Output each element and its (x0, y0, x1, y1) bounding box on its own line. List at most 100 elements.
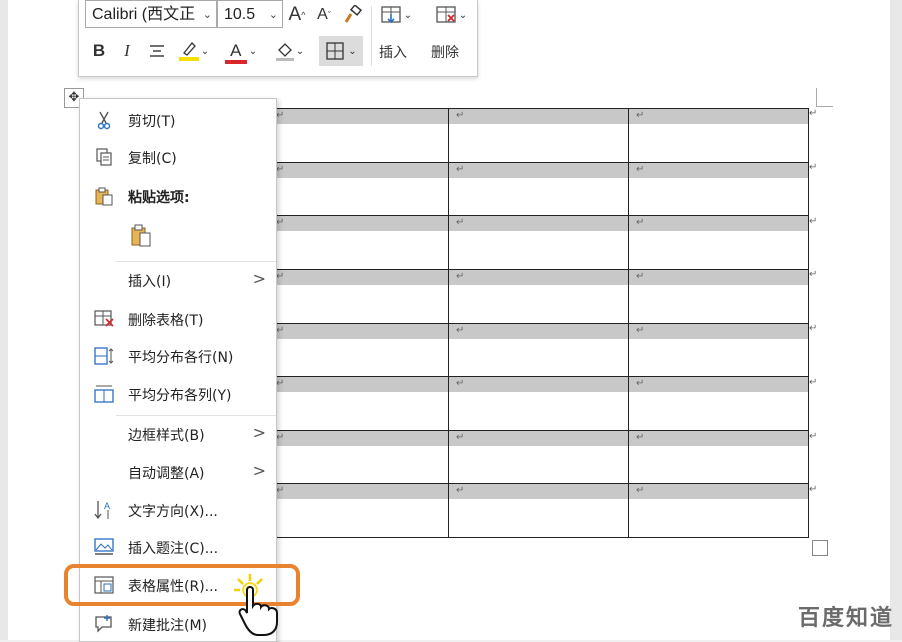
menu-item-insert[interactable]: 插入(I) > (80, 263, 276, 297)
table-cell[interactable]: ↵ (628, 161, 809, 217)
menu-label: 自动调整(A) (128, 466, 205, 482)
cell-shading (629, 377, 808, 393)
menu-item-cut[interactable]: 剪切(T) (80, 103, 276, 137)
font-size-box[interactable]: 10.5 ⌄ (217, 0, 283, 28)
row-end-mark: ↵ (809, 376, 818, 388)
bold-icon: B (92, 41, 106, 60)
font-color-icon: A (230, 41, 242, 60)
format-painter-button[interactable] (341, 0, 365, 30)
table-cell[interactable]: ↵ (448, 429, 629, 485)
insert-table-icon (381, 6, 401, 24)
cell-end-mark: ↵ (456, 324, 465, 336)
table-cell[interactable]: ↵ (268, 268, 449, 324)
menu-label: 剪切(T) (128, 114, 176, 130)
distribute-columns-icon (92, 383, 116, 405)
cell-shading (269, 323, 448, 339)
menu-item-insert-caption[interactable]: 插入题注(C)... (80, 530, 276, 564)
table-cell[interactable]: ↵ (268, 483, 449, 538)
table-cell[interactable]: ↵ (628, 108, 809, 163)
cell-shading (629, 323, 808, 339)
table-cell[interactable]: ↵ (448, 322, 629, 378)
table-cell[interactable]: ↵ (628, 429, 809, 485)
insert-button[interactable]: ⌄ (377, 0, 415, 30)
cell-shading (449, 484, 628, 500)
table-cell[interactable]: ↵ (448, 161, 629, 217)
row-end-mark: ↵ (809, 269, 818, 281)
cell-end-mark: ↵ (636, 110, 645, 121)
cell-end-mark: ↵ (456, 270, 465, 282)
table-cell[interactable]: ↵ (628, 215, 809, 270)
insert-label[interactable]: 插入 (379, 42, 407, 62)
cell-end-mark: ↵ (276, 110, 285, 121)
menu-item-delete-table[interactable]: 删除表格(T) (80, 302, 276, 336)
grow-font-icon: A (288, 4, 302, 25)
cell-end-mark: ↵ (276, 431, 285, 443)
cell-end-mark: ↵ (456, 110, 465, 121)
table-cell[interactable]: ↵ (268, 376, 449, 431)
menu-label: 复制(C) (128, 151, 177, 167)
cell-end-mark: ↵ (636, 324, 645, 336)
font-size-value: 10.5 (224, 6, 256, 23)
menu-item-distribute-rows[interactable]: 平均分布各行(N) (80, 339, 276, 373)
align-center-button[interactable] (145, 36, 169, 66)
table-cell[interactable]: ↵ (268, 215, 449, 270)
distribute-rows-icon (92, 345, 116, 367)
cell-end-mark: ↵ (636, 485, 645, 497)
table-cell[interactable]: ↵ (628, 376, 809, 431)
cell-shading (629, 216, 808, 232)
shrink-font-button[interactable]: Aˇ (313, 0, 335, 30)
page-margin-right (890, 0, 902, 640)
menu-label: 文字方向(X)... (128, 504, 218, 520)
menu-item-copy[interactable]: 复制(C) (80, 140, 276, 174)
menu-label: 删除表格(T) (128, 313, 204, 329)
delete-button[interactable]: ⌄ (431, 0, 471, 30)
delete-table-icon (436, 6, 456, 23)
table-cell[interactable]: ↵ (448, 268, 629, 324)
menu-item-border-styles[interactable]: 边框样式(B) > (80, 417, 276, 451)
table-cell[interactable]: ↵ (268, 161, 449, 217)
row-end-markers: ↵ ↵ ↵ ↵ ↵ ↵ ↵ ↵ (809, 108, 817, 538)
italic-icon: I (124, 41, 130, 60)
delete-label[interactable]: 删除 (431, 42, 459, 62)
font-color-button[interactable]: A ⌄ (221, 36, 261, 66)
chevron-down-icon[interactable]: ⌄ (203, 1, 212, 27)
table-cell[interactable]: ↵ (628, 322, 809, 378)
table-cell[interactable]: ↵ (268, 322, 449, 378)
bold-button[interactable]: B (89, 36, 109, 66)
table-cell[interactable]: ↵ (268, 429, 449, 485)
menu-item-paste-keep[interactable] (80, 217, 276, 257)
shading-button[interactable]: ⌄ (269, 36, 309, 66)
table-cell[interactable]: ↵ (268, 108, 449, 163)
table-cell[interactable]: ↵ (628, 268, 809, 324)
scissors-icon (92, 109, 116, 131)
menu-item-distribute-columns[interactable]: 平均分布各列(Y) (80, 377, 276, 411)
chevron-right-icon: > (252, 269, 266, 288)
highlighter-button[interactable]: ⌄ (173, 36, 213, 66)
cell-shading (629, 109, 808, 124)
table-cell[interactable]: ↵ (448, 108, 629, 163)
paste-keep-format-icon[interactable] (130, 223, 154, 253)
borders-button[interactable]: ⌄ (319, 36, 363, 66)
cell-end-mark: ↵ (456, 163, 465, 175)
page-corner-mark (816, 88, 833, 107)
cell-end-mark: ↵ (276, 163, 285, 175)
row-end-mark: ↵ (809, 484, 818, 496)
italic-button[interactable]: I (117, 36, 137, 66)
table-cell[interactable]: ↵ (628, 483, 809, 538)
menu-item-autofit[interactable]: 自动调整(A) > (80, 455, 276, 489)
table-cell[interactable]: ↵ (448, 376, 629, 431)
font-name-box[interactable]: Calibri (西文正 ⌄ (85, 0, 217, 28)
menu-item-text-direction[interactable]: A 文字方向(X)... (80, 493, 276, 527)
table-row: ↵ ↵ ↵ (268, 215, 809, 270)
chevron-down-icon[interactable]: ⌄ (269, 1, 278, 27)
table-cell[interactable]: ↵ (448, 483, 629, 538)
menu-item-paste-options: 粘贴选项: (80, 179, 276, 213)
table-resize-handle[interactable] (812, 540, 828, 556)
table-cell[interactable]: ↵ (448, 215, 629, 270)
grow-font-button[interactable]: A ^ (285, 0, 309, 30)
cell-shading (629, 162, 808, 178)
cell-shading (449, 323, 628, 339)
table-row: ↵ ↵ ↵ (268, 376, 809, 431)
cell-shading (269, 162, 448, 178)
document-table[interactable]: ↵ ↵ ↵ ↵ ↵ ↵ ↵ ↵ ↵ ↵ ↵ ↵ ↵ ↵ ↵ ↵ ↵ ↵ ↵ ↵ ↵ ↵ ↵ ↵ (268, 108, 809, 538)
